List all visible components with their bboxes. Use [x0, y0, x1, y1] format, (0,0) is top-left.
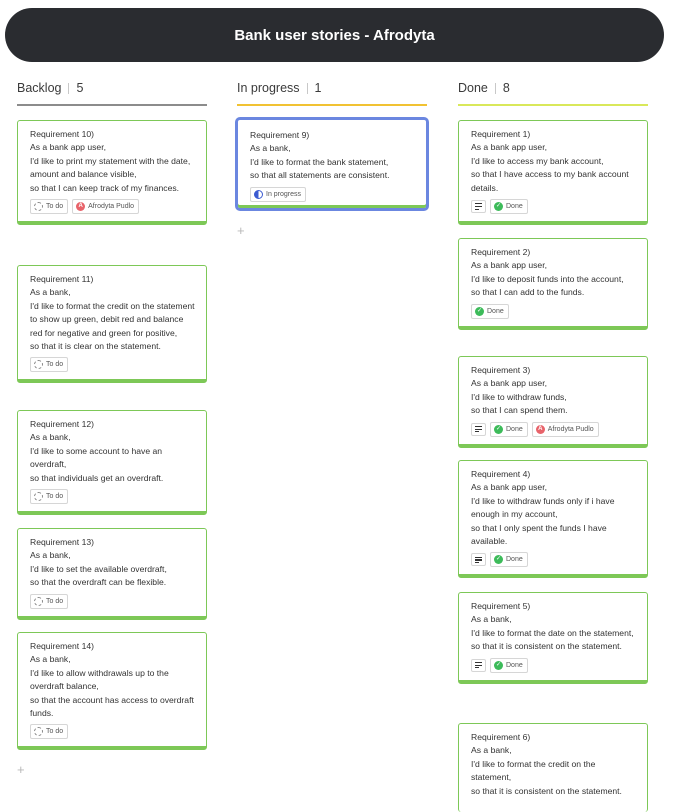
- board-title: Bank user stories - Afrodyta: [234, 26, 435, 44]
- status-badge[interactable]: In progress: [250, 186, 307, 202]
- card-text: Requirement 6) As a bank, I'd like to fo…: [471, 732, 622, 796]
- notes-icon[interactable]: [471, 422, 486, 436]
- status-label: To do: [46, 361, 64, 369]
- status-label: Done: [506, 556, 523, 564]
- status-label: To do: [46, 493, 64, 501]
- assignee-badge[interactable]: A Afrodyta Pudlo: [72, 199, 140, 215]
- column-backlog: Backlog 5: [17, 70, 207, 106]
- card-text: Requirement 13) As a bank, I'd like to s…: [30, 537, 167, 588]
- column-color-bar: [17, 104, 207, 106]
- column-header-backlog[interactable]: Backlog 5: [17, 70, 207, 104]
- todo-status-icon: [34, 360, 43, 370]
- todo-status-icon: [34, 202, 43, 212]
- status-badge[interactable]: ✓ Done: [490, 199, 528, 215]
- column-count: 5: [76, 81, 84, 95]
- column-count: 1: [314, 81, 322, 95]
- status-label: To do: [46, 728, 64, 736]
- column-header-in-progress[interactable]: In progress 1: [237, 70, 427, 104]
- board-header: Bank user stories - Afrodyta: [5, 8, 664, 62]
- status-badge[interactable]: ✓ Done: [471, 303, 509, 319]
- assignee-name: Afrodyta Pudlo: [88, 203, 135, 211]
- card-text: Requirement 10) As a bank app user, I'd …: [30, 129, 191, 193]
- card-requirement-1[interactable]: Requirement 1) As a bank app user, I'd l…: [458, 120, 648, 226]
- todo-status-icon: [34, 492, 43, 502]
- check-icon: ✓: [494, 202, 503, 212]
- card-requirement-5[interactable]: Requirement 5) As a bank, I'd like to fo…: [458, 592, 648, 684]
- check-icon: ✓: [494, 424, 503, 434]
- status-label: To do: [46, 203, 64, 211]
- column-title: Done: [458, 81, 488, 95]
- notes-icon[interactable]: [471, 553, 486, 567]
- card-requirement-9[interactable]: Requirement 9) As a bank, I'd like to fo…: [235, 117, 429, 211]
- card-requirement-2[interactable]: Requirement 2) As a bank app user, I'd l…: [458, 238, 648, 330]
- status-label: Done: [506, 203, 523, 211]
- in-progress-status-icon: [254, 189, 263, 199]
- status-label: Done: [506, 425, 523, 433]
- status-badge[interactable]: To do: [30, 357, 69, 373]
- notes-icon[interactable]: [471, 658, 486, 672]
- column-title: In progress: [237, 81, 300, 95]
- status-badge[interactable]: ✓ Done: [490, 421, 528, 437]
- card-text: Requirement 11) As a bank, I'd like to f…: [30, 274, 195, 352]
- status-badge[interactable]: To do: [30, 593, 69, 609]
- add-card-in-progress-icon[interactable]: +: [237, 223, 245, 238]
- status-badge[interactable]: ✓ Done: [490, 552, 528, 568]
- card-text: Requirement 9) As a bank, I'd like to fo…: [250, 130, 390, 181]
- avatar: A: [535, 424, 545, 434]
- card-text: Requirement 14) As a bank, I'd like to a…: [30, 641, 194, 719]
- card-requirement-4[interactable]: Requirement 4) As a bank app user, I'd l…: [458, 460, 648, 579]
- card-requirement-11[interactable]: Requirement 11) As a bank, I'd like to f…: [17, 265, 207, 384]
- column-color-bar: [458, 104, 648, 106]
- divider: [494, 82, 496, 94]
- check-icon: ✓: [494, 660, 503, 670]
- card-text: Requirement 1) As a bank app user, I'd l…: [471, 129, 629, 193]
- card-text: Requirement 3) As a bank app user, I'd l…: [471, 365, 568, 416]
- assignee-badge[interactable]: A Afrodyta Pudlo: [531, 421, 599, 437]
- column-in-progress: In progress 1: [237, 70, 427, 106]
- todo-status-icon: [34, 727, 43, 737]
- column-header-done[interactable]: Done 8: [458, 70, 648, 104]
- column-count: 8: [502, 81, 510, 95]
- divider: [306, 82, 308, 94]
- card-requirement-10[interactable]: Requirement 10) As a bank app user, I'd …: [17, 120, 207, 226]
- status-label: In progress: [266, 190, 302, 198]
- status-label: To do: [46, 597, 64, 605]
- card-text: Requirement 2) As a bank app user, I'd l…: [471, 247, 624, 298]
- card-text: Requirement 12) As a bank, I'd like to s…: [30, 419, 164, 483]
- add-card-backlog-icon[interactable]: +: [17, 762, 25, 777]
- status-badge[interactable]: ✓ Done: [490, 657, 528, 673]
- assignee-name: Afrodyta Pudlo: [547, 425, 594, 433]
- column-color-bar: [237, 104, 427, 106]
- status-label: Done: [506, 661, 523, 669]
- card-requirement-3[interactable]: Requirement 3) As a bank app user, I'd l…: [458, 356, 648, 448]
- check-icon: ✓: [494, 555, 503, 565]
- column-title: Backlog: [17, 81, 62, 95]
- card-requirement-14[interactable]: Requirement 14) As a bank, I'd like to a…: [17, 632, 207, 751]
- status-badge[interactable]: To do: [30, 724, 69, 740]
- status-badge[interactable]: To do: [30, 489, 69, 505]
- check-icon: ✓: [475, 306, 484, 316]
- card-text: Requirement 5) As a bank, I'd like to fo…: [471, 601, 634, 652]
- card-requirement-13[interactable]: Requirement 13) As a bank, I'd like to s…: [17, 528, 207, 620]
- notes-icon[interactable]: [471, 200, 486, 214]
- divider: [68, 82, 70, 94]
- card-requirement-6[interactable]: Requirement 6) As a bank, I'd like to fo…: [458, 723, 648, 812]
- status-label: Done: [487, 307, 504, 315]
- todo-status-icon: [34, 596, 43, 606]
- status-badge[interactable]: To do: [30, 199, 69, 215]
- column-done: Done 8: [458, 70, 648, 106]
- card-requirement-12[interactable]: Requirement 12) As a bank, I'd like to s…: [17, 410, 207, 516]
- avatar: A: [76, 202, 86, 212]
- card-text: Requirement 4) As a bank app user, I'd l…: [471, 469, 615, 547]
